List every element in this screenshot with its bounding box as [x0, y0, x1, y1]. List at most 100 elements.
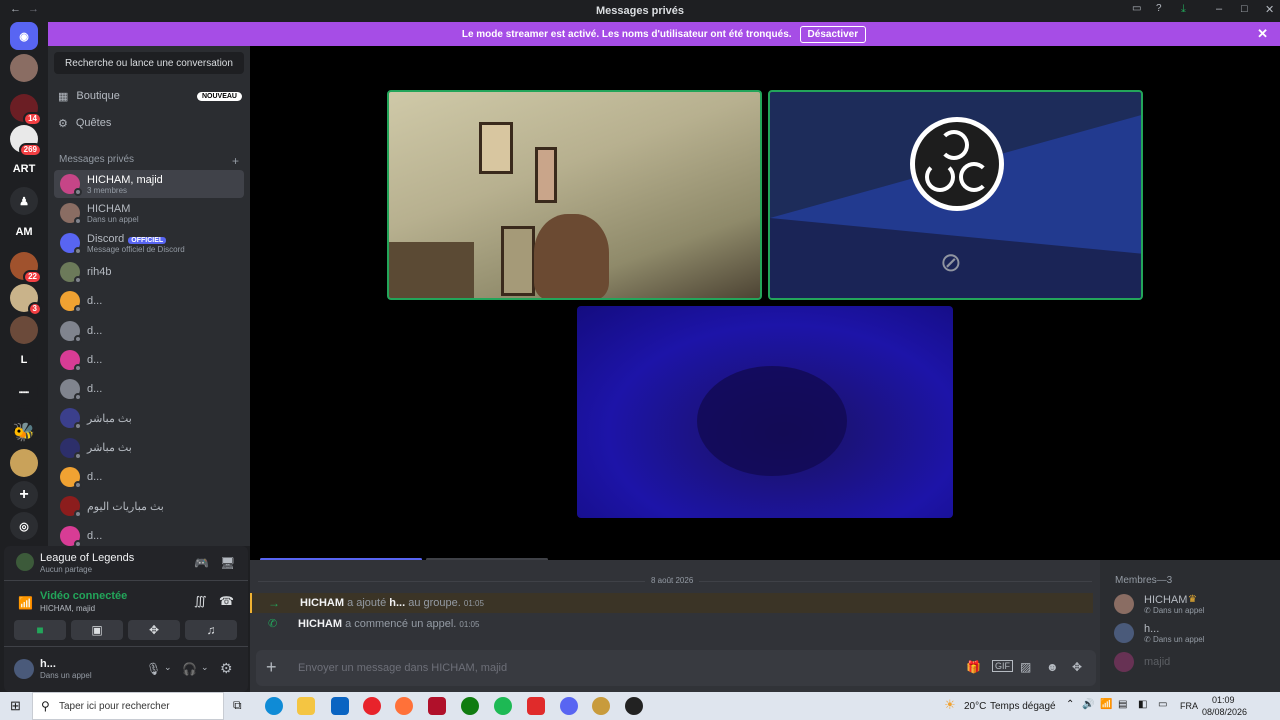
dm-item[interactable]: HICHAM Dans un appel — [54, 199, 244, 227]
server-icon[interactable]: 269 — [10, 125, 42, 157]
add-server-icon[interactable]: + — [10, 481, 38, 509]
taskbar-search[interactable]: ⚲ Taper ici pour rechercher — [32, 692, 224, 720]
app-icon[interactable] — [428, 697, 446, 715]
server-icon[interactable] — [10, 316, 38, 344]
spotify-icon[interactable] — [494, 697, 512, 715]
outlook-icon[interactable] — [331, 697, 349, 715]
task-view-icon[interactable]: ⧉ — [233, 698, 242, 713]
dm-item[interactable]: بث مباريات اليوم — [54, 492, 244, 520]
clock-date[interactable]: 08/08/2026 — [1202, 707, 1247, 717]
sticker-icon[interactable]: ▨ — [1020, 660, 1031, 674]
server-icon[interactable] — [10, 54, 38, 82]
server-am[interactable]: AM — [10, 218, 38, 246]
activities-button[interactable]: ✥ — [128, 620, 180, 640]
tray-chevron-icon[interactable]: ⌃ — [1066, 699, 1074, 710]
server-icon[interactable] — [10, 449, 38, 477]
dm-item[interactable]: d... — [54, 522, 244, 546]
camera-button[interactable]: ■ — [14, 620, 66, 640]
maximize-icon[interactable]: □ — [1241, 3, 1248, 15]
close-window-icon[interactable]: ✕ — [1265, 3, 1274, 16]
dm-item[interactable]: d... — [54, 317, 244, 345]
discord-icon[interactable] — [560, 697, 578, 715]
server-icon[interactable]: ┅┅ — [10, 378, 38, 406]
server-icon[interactable]: 3 — [10, 284, 42, 316]
dm-item[interactable]: rih4b — [54, 258, 244, 286]
wifi-icon[interactable]: 📶 — [1100, 699, 1112, 710]
video-tile-dark[interactable] — [577, 306, 953, 518]
apps-icon[interactable]: ✥ — [1072, 660, 1082, 674]
add-attachment-icon[interactable]: + — [266, 657, 277, 678]
dm-item[interactable]: Discord OFFICIEL Message officiel de Disco… — [54, 229, 244, 257]
server-l[interactable]: L — [10, 346, 38, 374]
app-icon[interactable] — [625, 697, 643, 715]
opera-icon[interactable] — [363, 697, 381, 715]
app-icon[interactable] — [527, 697, 545, 715]
tray-icon[interactable]: ◧ — [1138, 699, 1147, 710]
windows-start-icon[interactable]: ⊞ — [10, 698, 21, 714]
weather-temp[interactable]: 20°C — [964, 701, 986, 712]
search-input[interactable]: Recherche ou lance une conversation — [54, 52, 244, 74]
volume-icon[interactable]: 🔊 — [1082, 699, 1094, 710]
server-icon[interactable]: ♟ — [10, 187, 38, 215]
explore-icon[interactable]: ◎ — [10, 512, 38, 540]
message-target[interactable]: h... — [389, 597, 405, 609]
username[interactable]: h... — [40, 658, 56, 670]
inbox-icon[interactable]: ▭ — [1132, 3, 1141, 14]
message-author[interactable]: HICHAM — [300, 597, 344, 609]
server-art[interactable]: ART — [10, 155, 38, 183]
dm-item[interactable]: بث مباشر — [54, 434, 244, 462]
disable-button[interactable]: Désactiver — [799, 25, 867, 43]
weather-icon[interactable]: ☀ — [944, 697, 956, 713]
gift-icon[interactable]: 🎁 — [966, 660, 981, 674]
dm-item[interactable]: d... — [54, 346, 244, 374]
banner-close-icon[interactable]: ✕ — [1257, 26, 1268, 42]
server-icon[interactable]: 14 — [10, 94, 42, 126]
dm-item[interactable]: d... — [54, 287, 244, 315]
member-row[interactable]: HICHAM ♛ ✆ Dans un appel — [1114, 594, 1274, 620]
microphone-icon[interactable]: 🎙 — [146, 662, 161, 676]
chevron-down-icon[interactable]: ⌄ — [164, 662, 172, 673]
screen-icon[interactable]: 🖥 — [220, 556, 235, 570]
download-icon[interactable]: ⤓ — [1181, 3, 1186, 16]
settings-gear-icon[interactable]: ⚙ — [220, 660, 233, 677]
nav-quests[interactable]: ⚙ Quêtes — [58, 112, 242, 134]
soundboard-button[interactable]: ♫ — [185, 620, 237, 640]
weather-text[interactable]: Temps dégagé — [990, 701, 1056, 712]
noise-suppression-icon[interactable]: ∭ — [194, 594, 207, 608]
dm-item[interactable]: بث مباشر — [54, 404, 244, 432]
dm-item[interactable]: d... — [54, 375, 244, 403]
server-icon[interactable]: 22 — [10, 252, 42, 284]
chevron-down-icon[interactable]: ⌄ — [201, 662, 209, 673]
discord-home-icon[interactable]: ◉ — [10, 22, 38, 50]
xbox-icon[interactable] — [461, 697, 479, 715]
video-tile-camera[interactable] — [387, 90, 762, 300]
disconnect-icon[interactable]: ☎ — [219, 594, 234, 608]
nav-boutique[interactable]: ▦ Boutique NOUVEAU — [58, 85, 242, 107]
dm-item[interactable]: d... — [54, 463, 244, 491]
headphones-icon[interactable]: 🎧 — [182, 662, 197, 676]
member-row[interactable]: majid — [1114, 652, 1274, 674]
voice-channel[interactable]: HICHAM, majid — [40, 604, 95, 613]
dm-item[interactable]: HICHAM, majid 3 membres — [54, 170, 244, 198]
video-tile-screen[interactable]: ⊘ — [768, 90, 1143, 300]
edge-icon[interactable] — [265, 697, 283, 715]
battery-icon[interactable]: ▭ — [1158, 699, 1167, 710]
message-row[interactable]: ✆ HICHAM a commencé un appel. 01:05 — [250, 614, 1093, 634]
create-dm-icon[interactable]: + — [232, 154, 239, 168]
explorer-icon[interactable] — [297, 697, 315, 715]
minimize-icon[interactable]: – — [1216, 3, 1222, 15]
league-icon[interactable] — [592, 697, 610, 715]
member-row[interactable]: h... ✆ Dans un appel — [1114, 623, 1274, 649]
user-avatar[interactable] — [14, 659, 34, 679]
firefox-icon[interactable] — [395, 697, 413, 715]
bee-icon[interactable]: 🐝 — [10, 418, 38, 446]
gif-icon[interactable]: GIF — [992, 660, 1013, 672]
gamepad-icon[interactable]: 🎮 — [194, 556, 209, 570]
emoji-icon[interactable]: ☻ — [1046, 660, 1059, 674]
message-row[interactable]: → HICHAM a ajouté h... au groupe. 01:05 — [250, 593, 1093, 613]
share-screen-button[interactable]: ▣ — [71, 620, 123, 640]
voice-status[interactable]: Vidéo connectée — [40, 590, 127, 602]
network-icon[interactable]: ▤ — [1118, 699, 1127, 710]
message-author[interactable]: HICHAM — [298, 618, 342, 630]
language-indicator[interactable]: FRA — [1180, 701, 1198, 711]
